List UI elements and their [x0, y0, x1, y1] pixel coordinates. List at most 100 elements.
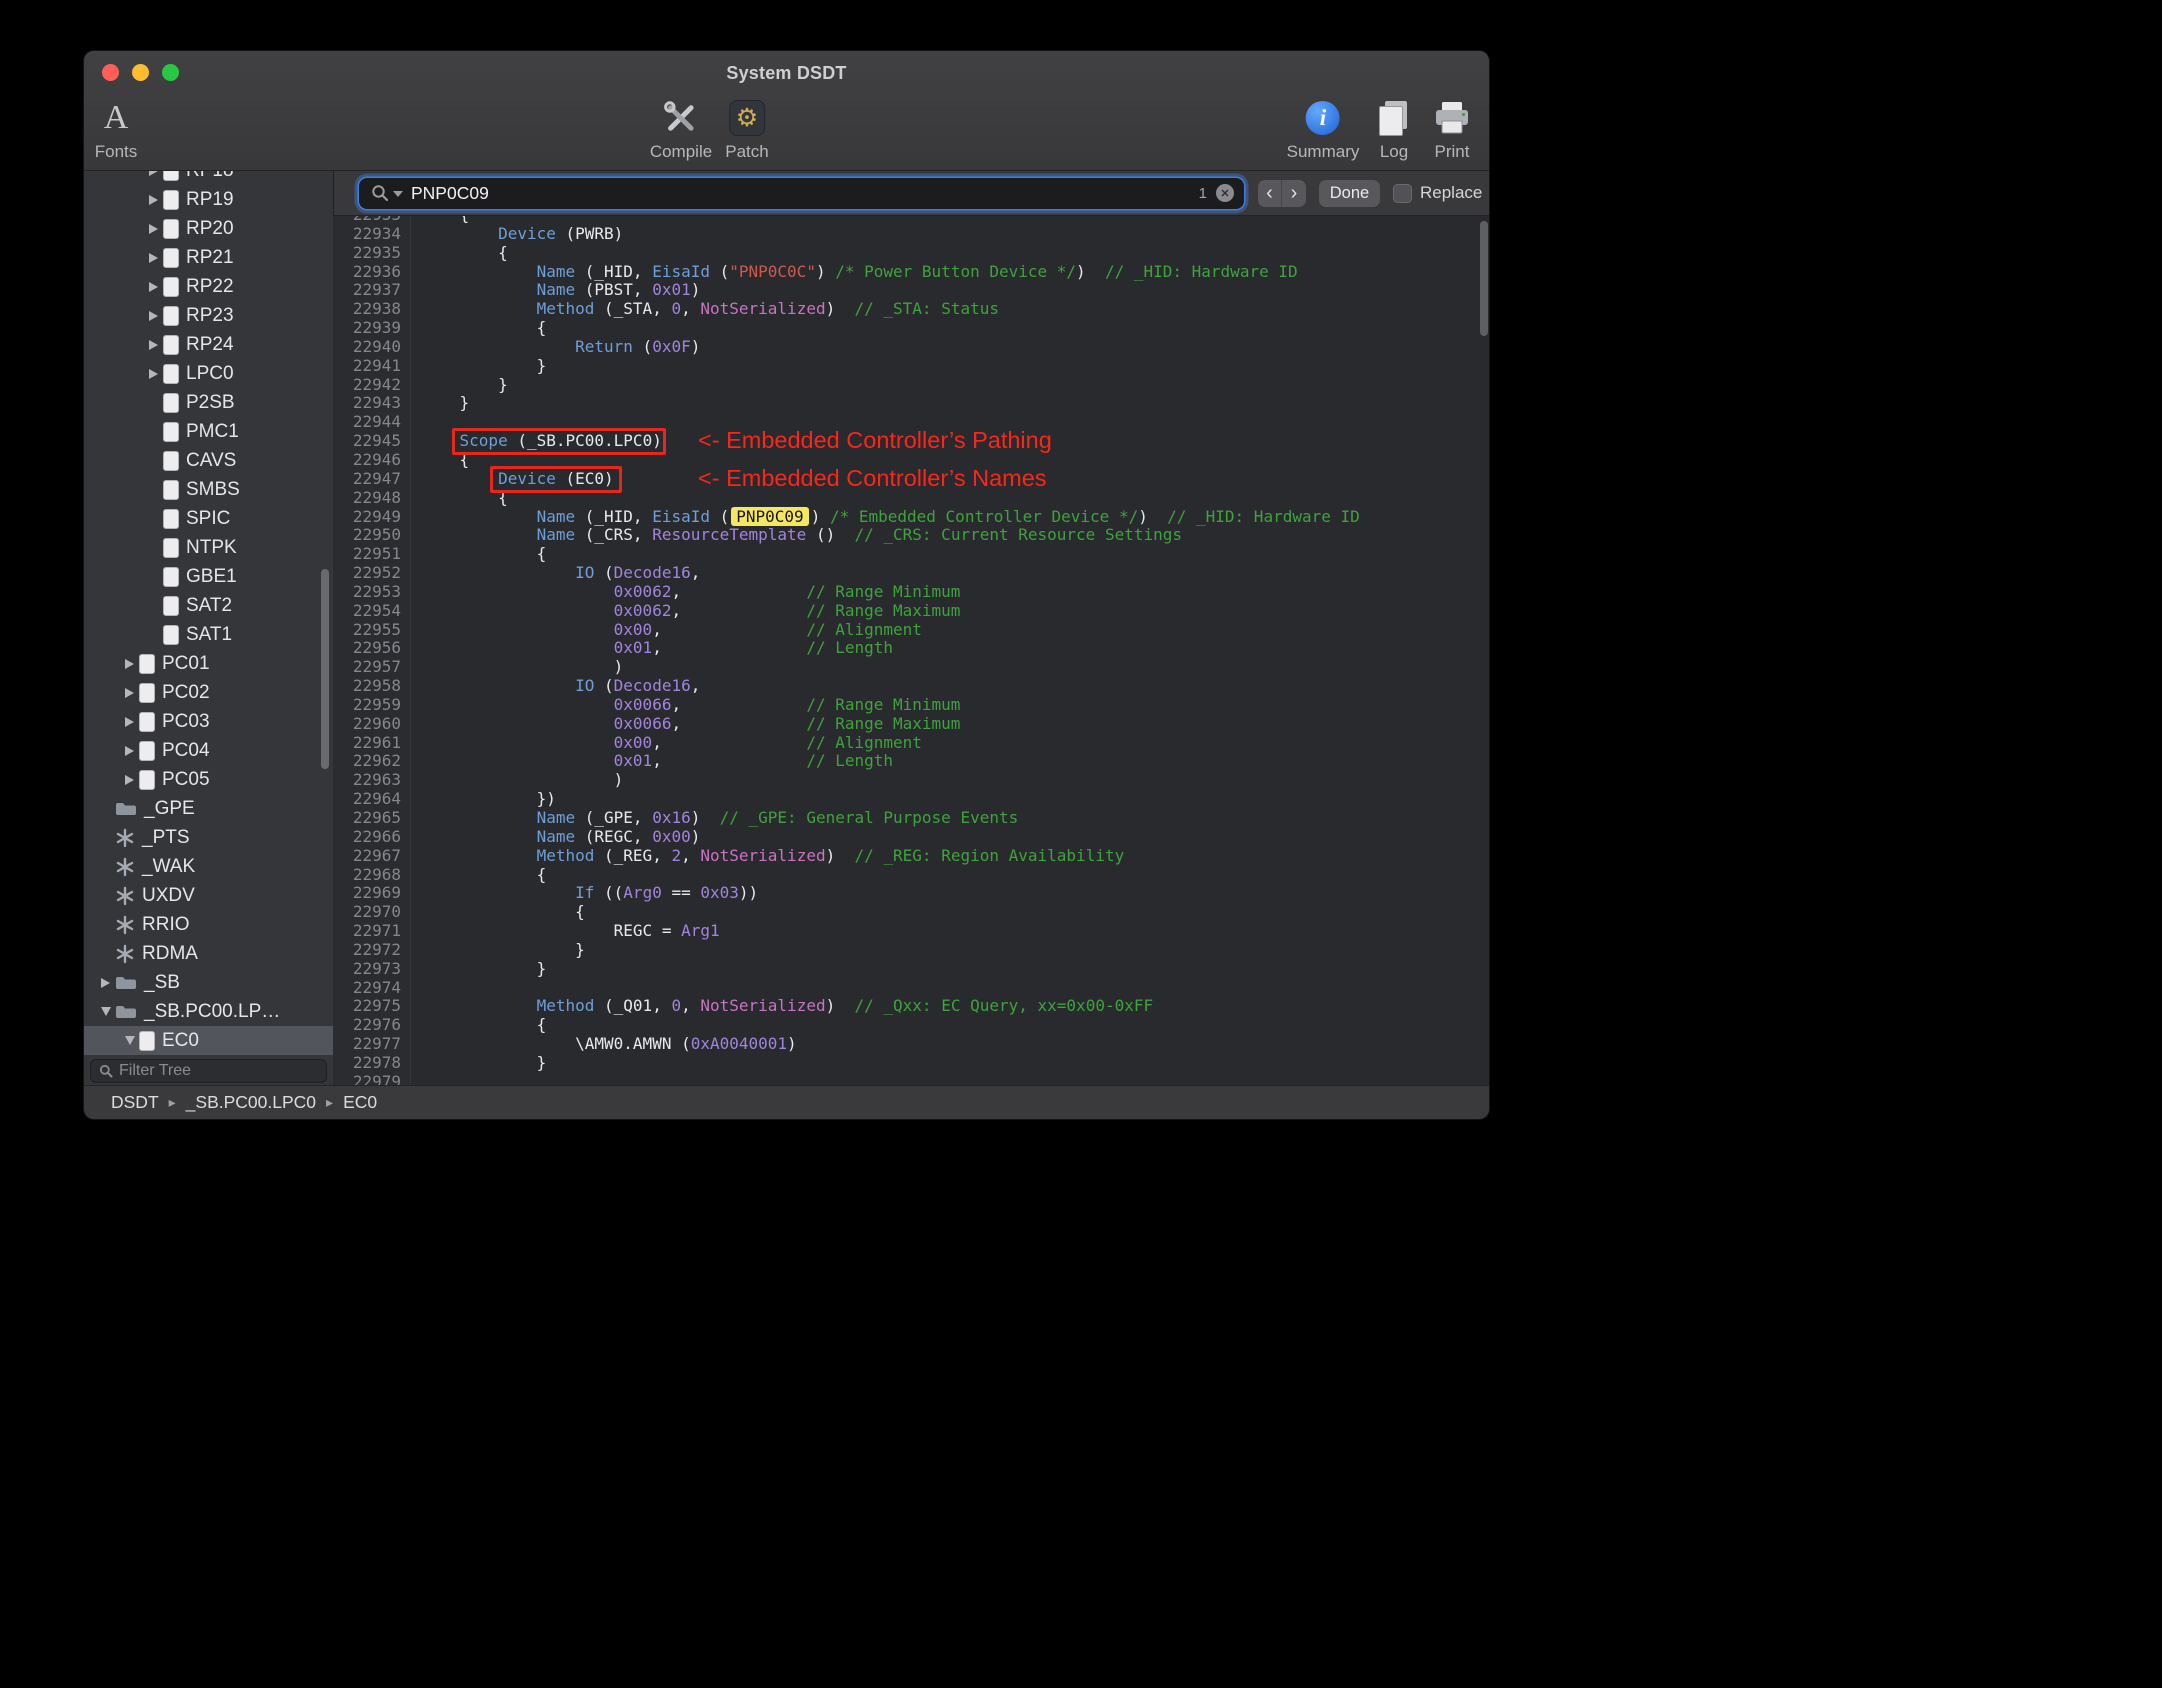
sidebar-item-lpc0[interactable]: LPC0	[84, 359, 333, 388]
code-line: 22938 Method (_STA, 0, NotSerialized) //…	[333, 299, 1489, 319]
sidebar-item-ec0[interactable]: EC0	[84, 1026, 333, 1055]
disclosure-right-icon[interactable]	[144, 310, 163, 321]
sidebar-item-rp20[interactable]: RP20	[84, 214, 333, 243]
code-line: 22962 0x01, // Length	[333, 752, 1489, 771]
sidebar-item--sb-pc00-lp-[interactable]: _SB.PC00.LP…	[84, 997, 333, 1026]
replace-checkbox[interactable]	[1393, 183, 1412, 203]
sidebar-item-spic[interactable]: SPIC	[84, 504, 333, 533]
line-number: 22946	[352, 449, 401, 469]
find-next-button[interactable]: ›	[1282, 180, 1306, 207]
sidebar-item-ntpk[interactable]: NTPK	[84, 533, 333, 562]
breadcrumb-item--sb-pc00-lpc0[interactable]: _SB.PC00.LPC0	[186, 1092, 316, 1113]
line-number: 22959	[352, 694, 401, 714]
sidebar-item-rp22[interactable]: RP22	[84, 272, 333, 301]
sidebar-item-cavs[interactable]: CAVS	[84, 446, 333, 475]
filter-field[interactable]	[90, 1059, 327, 1083]
line-number: 22958	[352, 676, 401, 696]
breadcrumb-item-dsdt[interactable]: DSDT	[111, 1092, 159, 1113]
find-previous-button[interactable]: ‹	[1258, 179, 1282, 207]
code-line: 22964 })	[333, 789, 1489, 809]
toolbar-label: Patch	[725, 142, 769, 161]
disclosure-right-icon[interactable]	[144, 223, 163, 234]
disclosure-right-icon[interactable]	[144, 281, 163, 292]
code-line: 22956 0x01, // Length	[333, 638, 1489, 658]
sidebar-item-sat1[interactable]: SAT1	[84, 620, 333, 649]
toolbar-item-fonts[interactable]: A Fonts	[95, 96, 138, 162]
code-editor[interactable]: 22933 {22934 Device (PWRB)22935 {22936 N…	[333, 216, 1489, 1087]
done-button[interactable]: Done	[1319, 179, 1380, 207]
toolbar-item-print[interactable]: Print	[1432, 96, 1472, 162]
line-number: 22956	[352, 638, 401, 658]
sidebar-item-pc03[interactable]: PC03	[84, 707, 333, 736]
filter-tree-input[interactable]	[119, 1062, 326, 1080]
sidebar-item-smbs[interactable]: SMBS	[84, 475, 333, 504]
sidebar-item-p2sb[interactable]: P2SB	[84, 388, 333, 417]
disclosure-right-icon[interactable]	[120, 658, 139, 669]
disclosure-right-icon[interactable]	[120, 687, 139, 698]
sidebar-item-pc05[interactable]: PC05	[84, 765, 333, 794]
disclosure-right-icon[interactable]	[120, 716, 139, 727]
code-text: Return (0x0F)	[575, 336, 701, 356]
code-text: Name (_HID, EisaId (PNP0C09) /* Embedded…	[536, 506, 1360, 526]
search-scope-chevron-icon[interactable]	[393, 191, 403, 197]
line-number: 22975	[352, 996, 401, 1016]
toolbar-item-compile[interactable]: Compile	[650, 96, 712, 162]
disclosure-down-icon[interactable]	[120, 1036, 139, 1045]
disclosure-right-icon[interactable]	[144, 252, 163, 263]
code-line: 22953 0x0062, // Range Minimum	[333, 582, 1489, 602]
code-text: IO (Decode16,	[575, 563, 701, 583]
sidebar-item-pmc1[interactable]: PMC1	[84, 417, 333, 446]
breadcrumb: DSDT ▸ _SB.PC00.LPC0 ▸ EC0	[111, 1092, 377, 1113]
sidebar-item-rp18[interactable]: RP18	[84, 171, 333, 185]
breadcrumb-item-ec0[interactable]: EC0	[343, 1092, 377, 1113]
sidebar-item-label: RP23	[186, 304, 234, 326]
sidebar-item-rp23[interactable]: RP23	[84, 301, 333, 330]
sidebar-item-label: RP21	[186, 246, 234, 268]
code-line: 22943 }	[333, 394, 1489, 413]
sidebar-item-rp24[interactable]: RP24	[84, 330, 333, 359]
disclosure-right-icon[interactable]	[96, 977, 115, 988]
sidebar-item-rp19[interactable]: RP19	[84, 185, 333, 214]
sidebar-item-gbe1[interactable]: GBE1	[84, 562, 333, 591]
code-text: Method (_REG, 2, NotSerialized) // _REG:…	[536, 845, 1125, 865]
sidebar-item-label: PC03	[162, 710, 210, 732]
disclosure-down-icon[interactable]	[96, 1007, 115, 1016]
sidebar-item--gpe[interactable]: _GPE	[84, 794, 333, 823]
statusbar: DSDT ▸ _SB.PC00.LPC0 ▸ EC0	[84, 1085, 1489, 1119]
code-line: 22976 {	[333, 1015, 1489, 1035]
sidebar-item-pc04[interactable]: PC04	[84, 736, 333, 765]
sidebar-item-uxdv[interactable]: UXDV	[84, 881, 333, 910]
code-line: 22973 }	[333, 959, 1489, 979]
toolbar-item-patch[interactable]: ⚙ Patch	[725, 96, 769, 162]
sidebar-scrollbar[interactable]	[321, 569, 329, 769]
sidebar-item-label: _GPE	[144, 797, 195, 819]
line-number: 22964	[352, 789, 401, 809]
find-bar: 1 ✕ ‹ › Done Replace	[333, 171, 1489, 216]
search-input[interactable]	[411, 182, 1199, 204]
sidebar-item-pc02[interactable]: PC02	[84, 678, 333, 707]
disclosure-right-icon[interactable]	[144, 368, 163, 379]
editor-scrollbar[interactable]	[1480, 221, 1488, 336]
line-number: 22955	[352, 619, 401, 639]
sidebar-item-rdma[interactable]: RDMA	[84, 939, 333, 968]
sidebar-item--wak[interactable]: _WAK	[84, 852, 333, 881]
line-number: 22970	[352, 902, 401, 922]
code-line: 22970 {	[333, 902, 1489, 922]
toolbar-item-summary[interactable]: i Summary	[1287, 96, 1359, 162]
disclosure-right-icon[interactable]	[120, 745, 139, 756]
disclosure-right-icon[interactable]	[144, 171, 163, 176]
find-field[interactable]: 1 ✕	[359, 177, 1244, 209]
sidebar-item--pts[interactable]: _PTS	[84, 823, 333, 852]
sidebar-item-rrio[interactable]: RRIO	[84, 910, 333, 939]
clear-search-icon[interactable]: ✕	[1216, 184, 1234, 202]
sidebar-item--sb[interactable]: _SB	[84, 968, 333, 997]
disclosure-right-icon[interactable]	[144, 194, 163, 205]
sidebar-item-pc01[interactable]: PC01	[84, 649, 333, 678]
method-icon	[115, 915, 135, 935]
sidebar-item-rp21[interactable]: RP21	[84, 243, 333, 272]
sidebar-item-sat2[interactable]: SAT2	[84, 591, 333, 620]
toolbar-item-log[interactable]: Log	[1379, 96, 1409, 162]
disclosure-right-icon[interactable]	[144, 339, 163, 350]
sidebar-item-label: RDMA	[142, 942, 198, 964]
disclosure-right-icon[interactable]	[120, 774, 139, 785]
